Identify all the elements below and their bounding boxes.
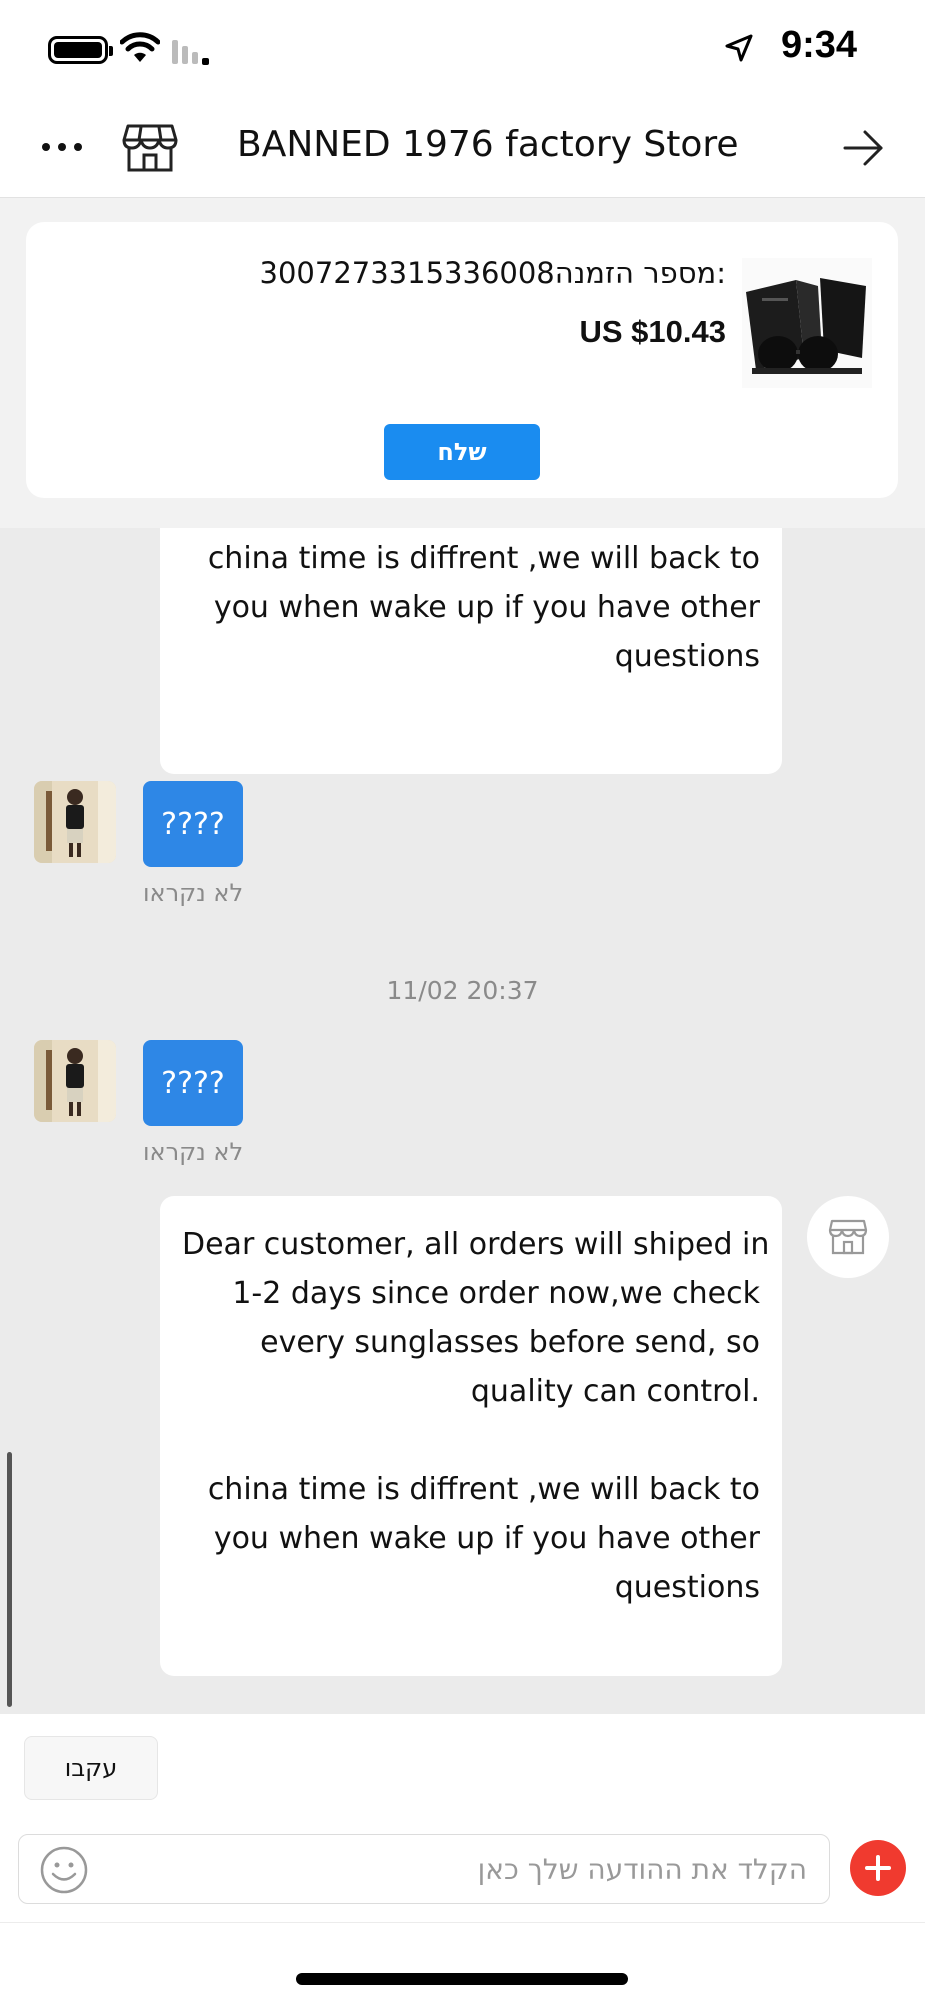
- footer-divider: [0, 1922, 925, 1923]
- cellular-signal-icon: [172, 40, 209, 65]
- chat-header: BANNED 1976 factory Store: [0, 100, 925, 198]
- location-arrow-icon: [725, 34, 753, 62]
- follow-button[interactable]: עקבו: [24, 1736, 158, 1800]
- chat-scrollbar[interactable]: [7, 1452, 12, 1707]
- message-line: china time is diffrent ,we will back to: [207, 1472, 760, 1507]
- order-price: US $10.43: [579, 314, 727, 349]
- chat-footer: עקבו הקלד את ההודעה שלך כאן: [0, 1714, 925, 2000]
- plus-icon: [865, 1855, 891, 1881]
- storefront-icon: [828, 1219, 868, 1255]
- order-card-area: 3007273315336008מספר הזמנה: US $10.43 של…: [0, 198, 925, 528]
- order-card[interactable]: 3007273315336008מספר הזמנה: US $10.43 של…: [26, 222, 898, 498]
- smiley-icon[interactable]: [39, 1845, 89, 1895]
- message-line: every sunglasses before send, so: [260, 1325, 760, 1360]
- message-line: 1-2 days since order now,we check: [232, 1276, 760, 1311]
- message-input-placeholder: הקלד את ההודעה שלך כאן: [477, 1853, 807, 1886]
- wifi-icon: [120, 32, 160, 62]
- battery-icon: [48, 36, 113, 64]
- status-time: 9:34: [780, 24, 857, 66]
- user-message-bubble: ????: [143, 781, 243, 867]
- chat-messages[interactable]: china time is diffrent ,we will back to …: [0, 528, 925, 1714]
- status-bar: 9:34: [0, 0, 925, 100]
- message-input[interactable]: הקלד את ההודעה שלך כאן: [18, 1834, 830, 1904]
- message-line: china time is diffrent ,we will back to: [207, 541, 760, 576]
- store-message-bubble: china time is diffrent ,we will back to …: [160, 528, 782, 774]
- store-avatar[interactable]: [807, 1196, 889, 1278]
- message-line: you when wake up if you have other: [213, 590, 760, 625]
- add-attachment-button[interactable]: [850, 1840, 906, 1896]
- send-order-button[interactable]: שלח: [384, 424, 540, 480]
- message-timestamp: 11/02 20:37: [386, 976, 539, 1005]
- user-avatar[interactable]: [34, 1040, 116, 1122]
- unread-status: לא נקראו: [143, 879, 244, 907]
- arrow-right-icon[interactable]: [841, 126, 885, 170]
- storefront-icon[interactable]: [122, 122, 178, 174]
- message-line: quality can control.: [470, 1374, 760, 1409]
- order-number: 3007273315336008מספר הזמנה:: [259, 256, 726, 290]
- store-message-bubble: Dear customer, all orders will shiped in…: [160, 1196, 782, 1676]
- product-thumbnail[interactable]: [742, 258, 872, 388]
- store-title: BANNED 1976 factory Store: [237, 124, 739, 165]
- message-line: questions: [614, 639, 760, 674]
- user-message-bubble: ????: [143, 1040, 243, 1126]
- message-line: you when wake up if you have other: [213, 1521, 760, 1556]
- unread-status: לא נקראו: [143, 1138, 244, 1166]
- more-horizontal-icon[interactable]: [40, 140, 84, 154]
- home-indicator[interactable]: [296, 1973, 628, 1985]
- message-line: Dear customer, all orders will shiped in: [182, 1227, 770, 1262]
- user-avatar[interactable]: [34, 781, 116, 863]
- message-line: questions: [614, 1570, 760, 1605]
